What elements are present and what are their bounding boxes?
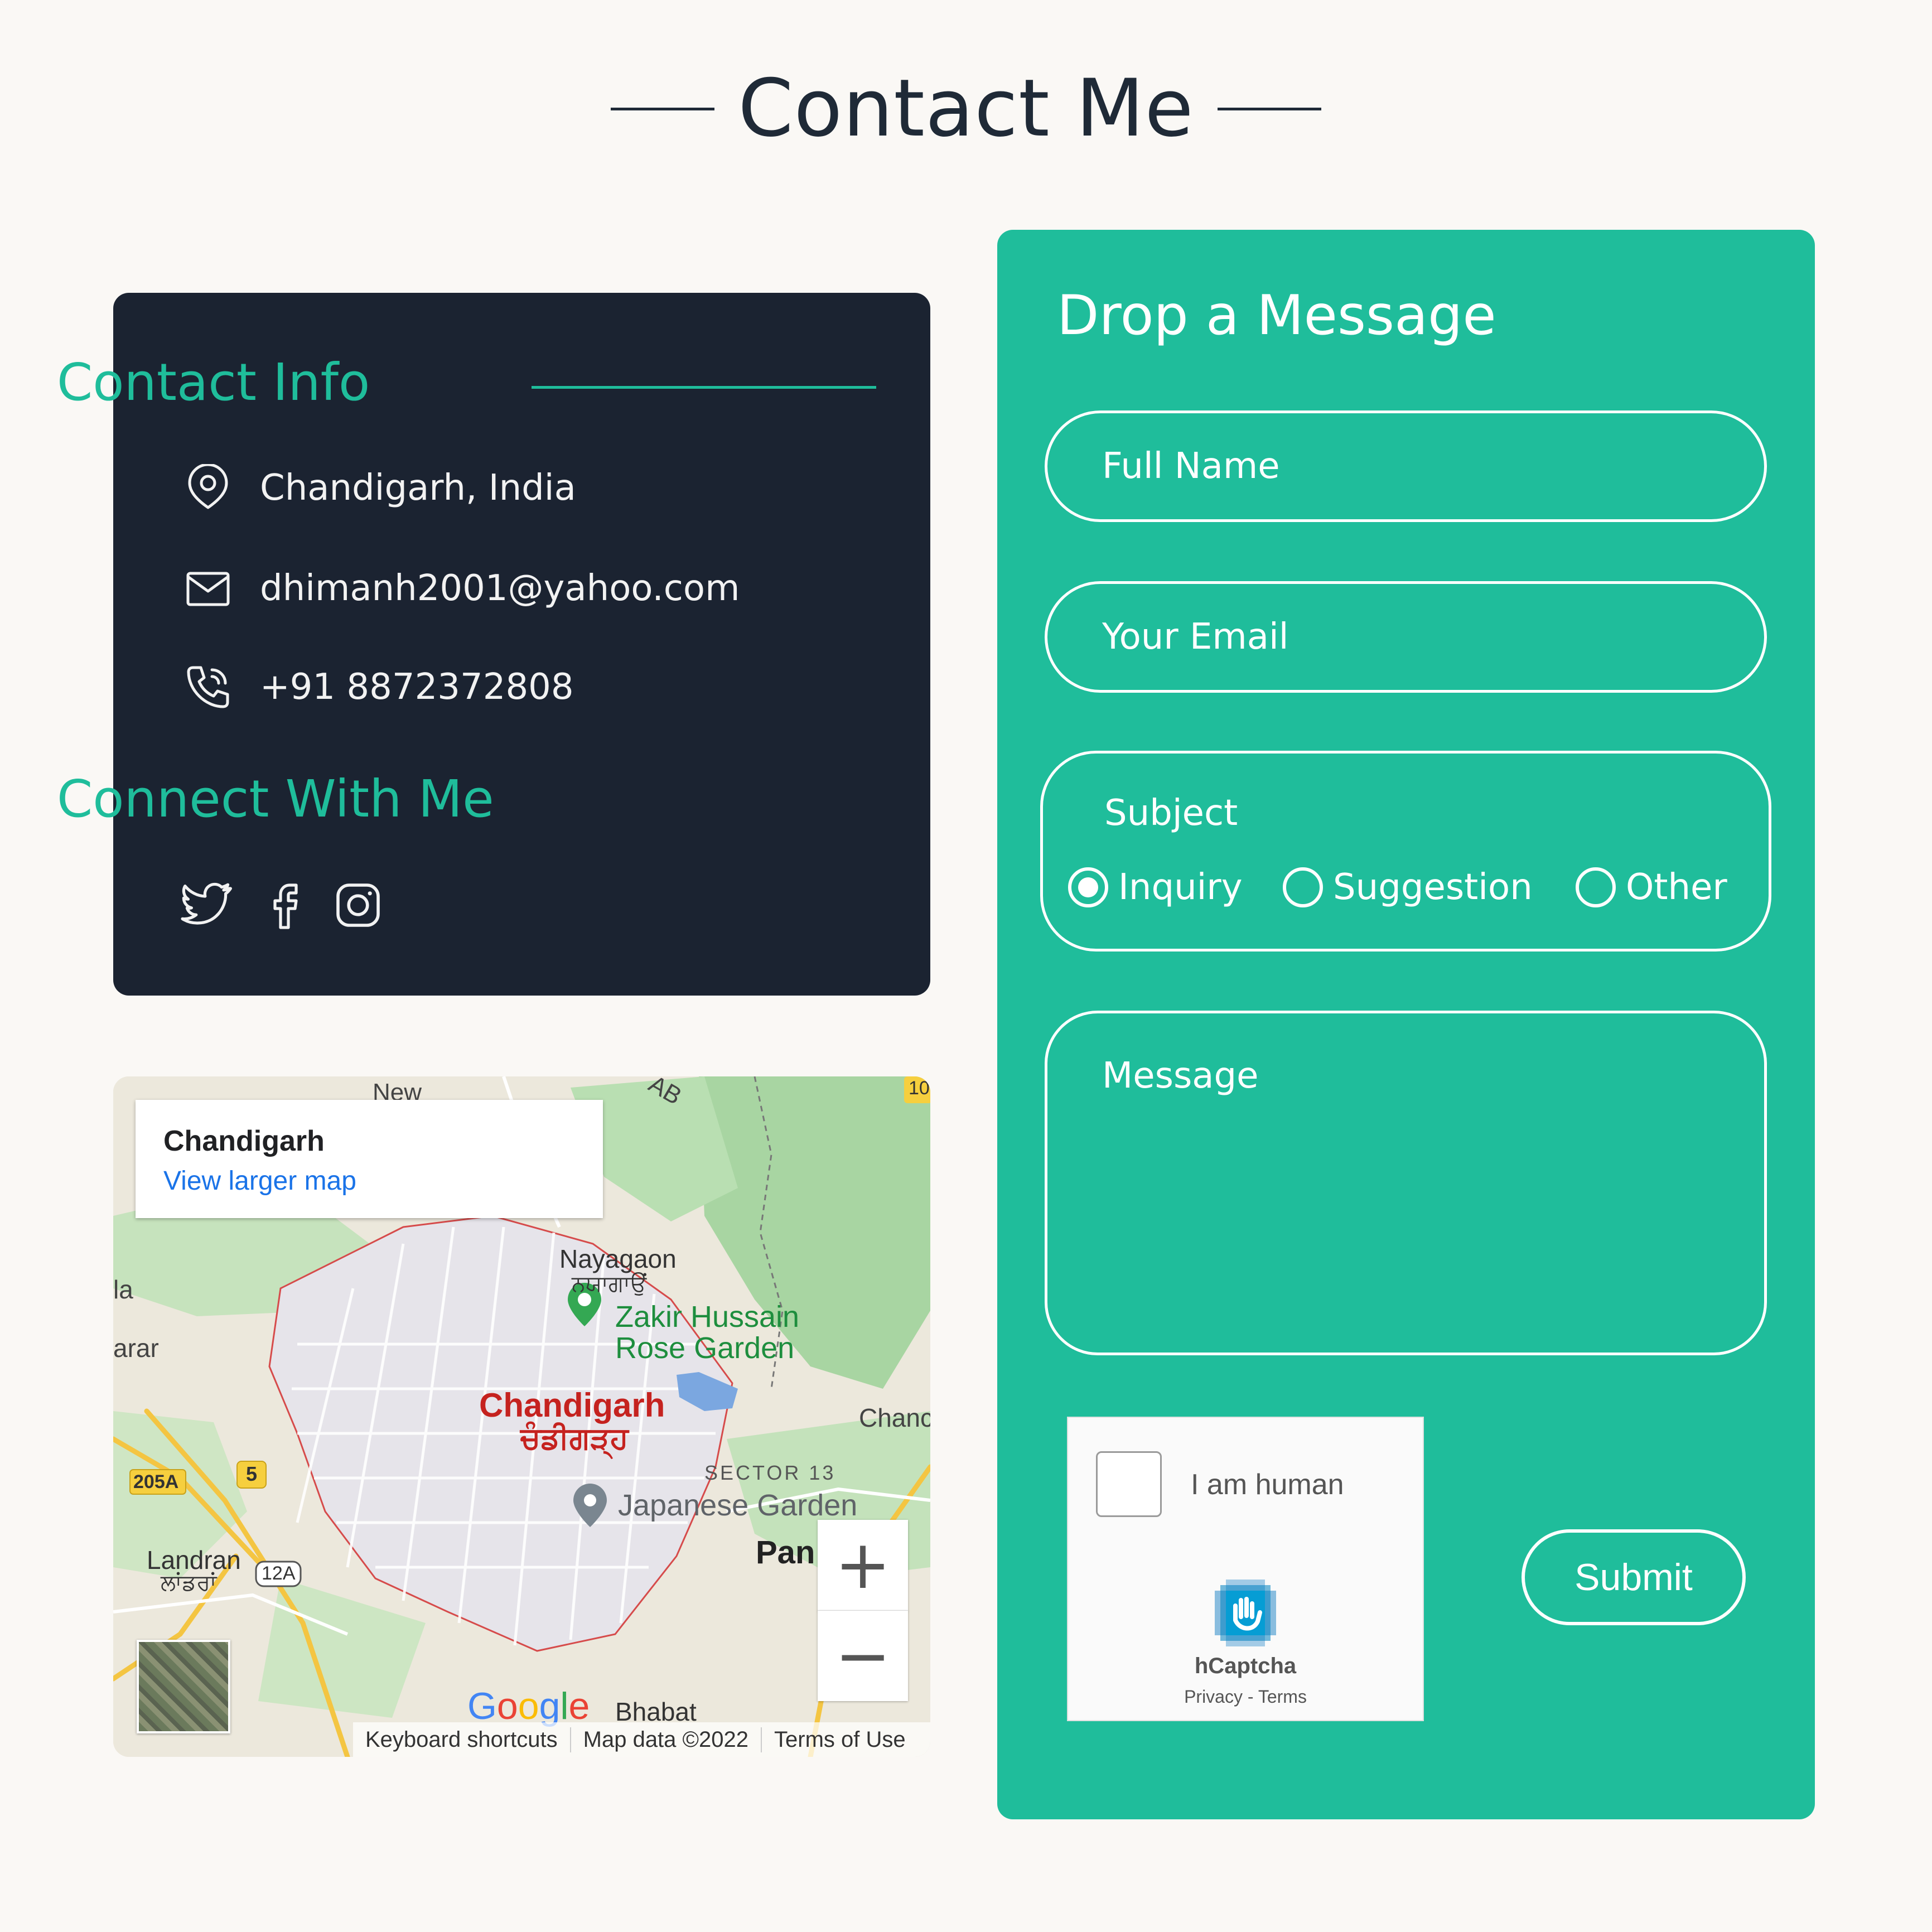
radio-other[interactable]: Other bbox=[1576, 867, 1727, 908]
email-text: dhimanh2001@yahoo.com bbox=[260, 568, 740, 609]
title-dash-left bbox=[611, 107, 715, 110]
subject-label: Subject bbox=[1104, 793, 1238, 834]
radio-unselected-icon bbox=[1283, 867, 1323, 907]
map-label-arar: arar bbox=[113, 1334, 159, 1363]
location-pin-icon bbox=[184, 464, 232, 512]
radio-other-label: Other bbox=[1626, 867, 1727, 908]
google-logo: Google bbox=[467, 1685, 590, 1727]
message-form-card: Drop a Message Subject Inquiry Suggestio… bbox=[997, 230, 1815, 1819]
map-label-rose-garden-2: Rose Garden bbox=[615, 1331, 795, 1365]
contact-info-divider bbox=[532, 386, 876, 389]
submit-button[interactable]: Submit bbox=[1522, 1529, 1746, 1625]
terms-of-use-link[interactable]: Terms of Use bbox=[761, 1727, 918, 1752]
subject-radio-group: Subject Inquiry Suggestion Other bbox=[1040, 751, 1771, 951]
captcha-brand: hCaptcha bbox=[1194, 1654, 1297, 1678]
route-205a: 205A bbox=[133, 1471, 179, 1493]
map-label-sector13: SECTOR 13 bbox=[704, 1461, 836, 1484]
map-label-japanese-garden: Japanese Garden bbox=[618, 1489, 858, 1522]
radio-suggestion-label: Suggestion bbox=[1333, 867, 1533, 908]
location-text: Chandigarh, India bbox=[260, 467, 576, 509]
twitter-icon[interactable] bbox=[180, 878, 234, 932]
form-title: Drop a Message bbox=[1057, 284, 1496, 347]
contact-phone[interactable]: +91 8872372808 bbox=[184, 659, 574, 715]
map-label-city: Chandigarh bbox=[479, 1387, 665, 1424]
map-info-card: Chandigarh View larger map bbox=[136, 1100, 603, 1218]
contact-location: Chandigarh, India bbox=[184, 460, 576, 516]
radio-suggestion[interactable]: Suggestion bbox=[1283, 867, 1533, 908]
page-title-bar: Contact Me bbox=[0, 56, 1932, 162]
full-name-input[interactable] bbox=[1047, 413, 1764, 519]
contact-info-heading: Contact Info bbox=[57, 352, 370, 412]
map-label-nayagaon: Nayagaon bbox=[559, 1244, 677, 1273]
contact-email[interactable]: dhimanh2001@yahoo.com bbox=[184, 561, 740, 616]
route-10: 10 bbox=[909, 1078, 930, 1099]
view-larger-map-link[interactable]: View larger map bbox=[163, 1166, 356, 1196]
captcha-checkbox[interactable] bbox=[1096, 1451, 1162, 1517]
map-label-chand: Chanc bbox=[859, 1403, 930, 1432]
mail-icon bbox=[184, 564, 232, 612]
connect-heading: Connect With Me bbox=[57, 769, 494, 829]
radio-inquiry[interactable]: Inquiry bbox=[1068, 867, 1243, 908]
captcha-privacy-terms-links[interactable]: Privacy - Terms bbox=[1068, 1687, 1423, 1707]
embedded-map[interactable]: New AB 10 Nayagaon ਨਯਾਗਾਉਂ Zakir Hussain… bbox=[113, 1076, 930, 1757]
map-label-landran-local: ਲਾਂਡਰਾਂ bbox=[161, 1571, 217, 1595]
route-12a: 12A bbox=[262, 1563, 296, 1584]
hcaptcha-logo-icon bbox=[1215, 1580, 1276, 1646]
map-label-nayagaon-local: ਨਯਾਗਾਉਂ bbox=[572, 1272, 646, 1296]
map-place-name: Chandigarh bbox=[163, 1125, 325, 1157]
map-label-city-local: ਚੰਡੀਗੜ੍ਹ bbox=[520, 1422, 629, 1455]
page-title: Contact Me bbox=[738, 62, 1194, 154]
phone-icon bbox=[184, 663, 232, 711]
map-label-rose-garden-1: Zakir Hussain bbox=[615, 1300, 800, 1334]
email-input[interactable] bbox=[1047, 584, 1764, 690]
radio-selected-icon bbox=[1068, 867, 1108, 907]
radio-unselected-icon bbox=[1576, 867, 1616, 907]
facebook-icon[interactable] bbox=[257, 878, 311, 932]
phone-text: +91 8872372808 bbox=[260, 666, 574, 708]
captcha-label: I am human bbox=[1191, 1469, 1344, 1501]
map-label-la: la bbox=[113, 1275, 133, 1304]
hcaptcha-widget: I am human hCaptcha Privacy - Terms bbox=[1067, 1417, 1424, 1721]
map-data-text: Map data ©2022 bbox=[569, 1727, 761, 1752]
keyboard-shortcuts-link[interactable]: Keyboard shortcuts bbox=[353, 1727, 570, 1752]
message-field-wrapper bbox=[1045, 1011, 1767, 1355]
satellite-toggle-thumbnail[interactable] bbox=[137, 1640, 230, 1733]
full-name-field-wrapper bbox=[1045, 410, 1767, 522]
title-dash-right bbox=[1217, 107, 1321, 110]
map-label-pan: Pan bbox=[756, 1534, 815, 1571]
route-5: 5 bbox=[246, 1462, 258, 1485]
instagram-icon[interactable] bbox=[331, 878, 385, 932]
radio-inquiry-label: Inquiry bbox=[1118, 867, 1243, 908]
zoom-out-button[interactable]: − bbox=[818, 1611, 908, 1701]
zoom-in-button[interactable]: + bbox=[818, 1520, 908, 1611]
message-textarea[interactable] bbox=[1047, 1013, 1764, 1353]
map-footer: Keyboard shortcuts Map data ©2022 Terms … bbox=[353, 1722, 930, 1757]
email-field-wrapper bbox=[1045, 581, 1767, 693]
